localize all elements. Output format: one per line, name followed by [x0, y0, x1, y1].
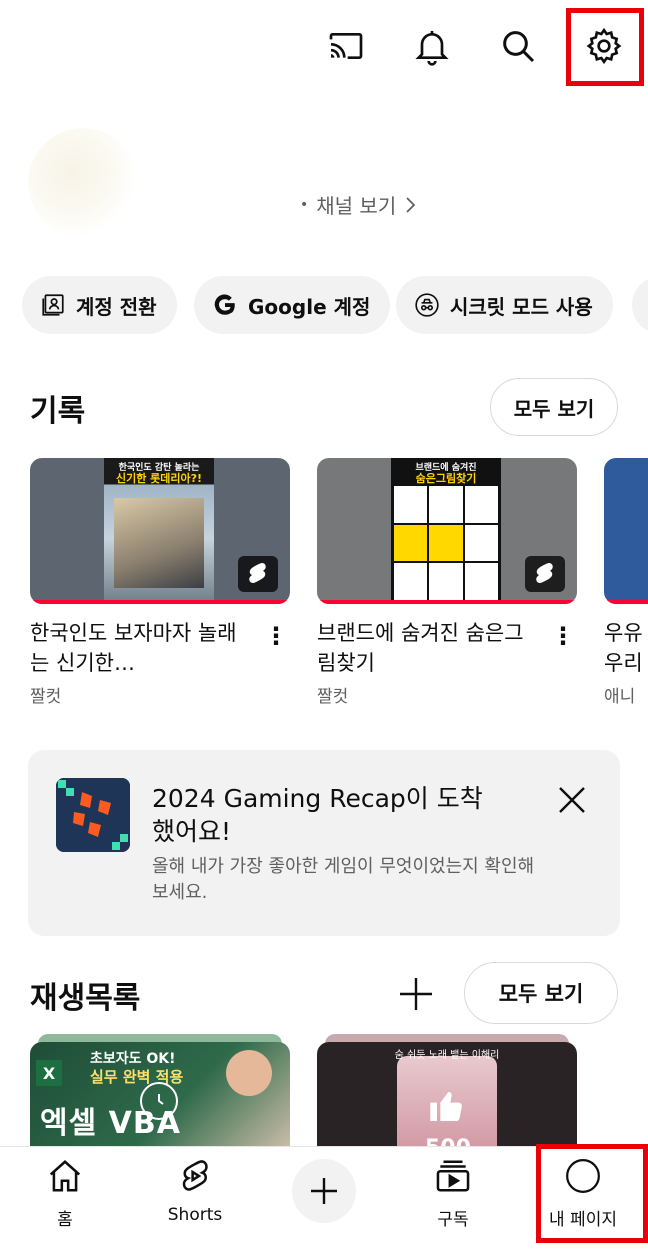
shorts-badge-icon	[525, 556, 565, 592]
video-thumbnail[interactable]	[604, 458, 648, 604]
history-see-all-button[interactable]: 모두 보기	[490, 378, 618, 436]
playlist-item[interactable]: X 초보자도 OK! 실무 완벽 적용 엑셀 VBA	[30, 1034, 290, 1146]
nav-shorts[interactable]: Shorts	[140, 1157, 250, 1241]
switch-account-icon	[42, 294, 64, 316]
playlists-title: 재생목록	[30, 981, 141, 1016]
view-channel-label: 채널 보기	[316, 194, 397, 218]
add-playlist-icon[interactable]	[394, 972, 438, 1016]
video-title[interactable]: 한국인도 보자마자 놀래는 신기한…	[30, 618, 250, 678]
playlists-see-all-button[interactable]: 모두 보기	[464, 962, 618, 1024]
google-icon	[214, 294, 235, 315]
chevron-right-icon	[406, 196, 416, 213]
thumb-line: 숨 쉬듯 노래 뱉는 이해리	[394, 1050, 500, 1061]
view-channel-link[interactable]: • 채널 보기	[300, 190, 418, 219]
history-item[interactable]: 브랜드에 숨겨진 숨은그림찾기 브랜드에 숨겨진 숨은그림찾기 짤컷 ⋮	[317, 458, 577, 707]
watch-progress-bar	[317, 600, 577, 604]
channel-name: 짤컷	[317, 687, 349, 707]
watch-progress-bar	[604, 600, 648, 604]
more-chip[interactable]	[632, 276, 648, 334]
chip-label: 시크릿 모드 사용	[450, 294, 593, 319]
nav-shorts-label: Shorts	[167, 1205, 223, 1225]
notifications-icon[interactable]	[406, 20, 458, 72]
playlist-item[interactable]: 숨 쉬듯 노래 뱉는 이해리 500	[317, 1034, 577, 1146]
gaming-recap-logo	[56, 778, 130, 852]
profile-header: • 채널 보기	[0, 110, 648, 238]
thumb-line: 초보자도 OK!	[90, 1051, 176, 1067]
nav-home[interactable]: 홈	[10, 1157, 120, 1241]
account-chips: 계정 전환 Google 계정 시크릿 모드 사용	[22, 276, 648, 334]
switch-account-chip[interactable]: 계정 전환	[22, 276, 177, 334]
settings-highlight-box	[566, 8, 644, 86]
avatar[interactable]	[28, 128, 138, 238]
playlist-thumbnail[interactable]: X 초보자도 OK! 실무 완벽 적용 엑셀 VBA	[30, 1042, 290, 1146]
like-icon	[427, 1086, 467, 1126]
search-icon[interactable]	[492, 20, 544, 72]
thumb-line: 실무 완벽 적용	[90, 1068, 184, 1086]
cast-icon[interactable]	[320, 20, 372, 72]
bottom-navigation: 홈 Shorts 구독 내 페이지	[0, 1144, 648, 1249]
clock-icon	[140, 1082, 178, 1120]
you-highlight-box	[536, 1144, 648, 1243]
recap-title: 2024 Gaming Recap이 도착했어요!	[152, 784, 483, 846]
separator-dot: •	[300, 196, 309, 213]
google-account-chip[interactable]: Google 계정	[194, 276, 391, 334]
history-item[interactable]: 한국인도 감탄 놀라는 신기한 롯데리아?! 한국인도 보자마자 놀래는 신기한…	[30, 458, 290, 707]
thumb-caption: 숨은그림찾기	[415, 472, 477, 485]
shorts-badge-icon	[238, 556, 278, 592]
thumb-caption: 신기한 롯데리아?!	[115, 472, 203, 485]
video-title[interactable]: 우유 우리	[604, 618, 648, 678]
top-bar	[0, 0, 648, 92]
history-item[interactable]: 우유 우리 애니	[604, 458, 648, 707]
excel-icon: X	[36, 1060, 62, 1086]
plus-icon	[311, 1178, 337, 1204]
playlist-count: 500	[425, 1136, 471, 1146]
video-thumbnail[interactable]: 브랜드에 숨겨진 숨은그림찾기	[317, 458, 577, 604]
more-options-icon[interactable]: ⋮	[551, 622, 575, 650]
channel-name: 짤컷	[30, 687, 62, 707]
home-icon	[49, 1160, 81, 1192]
history-title: 기록	[30, 394, 86, 429]
subscriptions-icon	[436, 1160, 470, 1192]
channel-name: 애니	[604, 687, 636, 707]
create-button[interactable]	[292, 1159, 356, 1223]
watch-progress-bar	[30, 600, 290, 604]
recap-subtitle: 올해 내가 가장 좋아한 게임이 무엇이었는지 확인해 보세요.	[152, 856, 535, 903]
shorts-icon	[182, 1160, 208, 1191]
video-thumbnail[interactable]: 한국인도 감탄 놀라는 신기한 롯데리아?!	[30, 458, 290, 604]
gaming-recap-banner[interactable]: 2024 Gaming Recap이 도착했어요! 올해 내가 가장 좋아한 게…	[28, 750, 620, 936]
close-icon[interactable]	[552, 780, 592, 820]
chip-label: 계정 전환	[76, 294, 157, 319]
video-title[interactable]: 브랜드에 숨겨진 숨은그림찾기	[317, 618, 537, 678]
playlist-thumbnail[interactable]: 숨 쉬듯 노래 뱉는 이해리 500	[317, 1042, 577, 1146]
incognito-chip[interactable]: 시크릿 모드 사용	[396, 276, 613, 334]
incognito-icon	[415, 293, 439, 317]
nav-subscriptions-label: 구독	[437, 1210, 469, 1230]
nav-subscriptions[interactable]: 구독	[398, 1157, 508, 1241]
more-options-icon[interactable]: ⋮	[264, 622, 288, 650]
nav-home-label: 홈	[57, 1210, 73, 1230]
chip-label: Google 계정	[248, 294, 371, 319]
